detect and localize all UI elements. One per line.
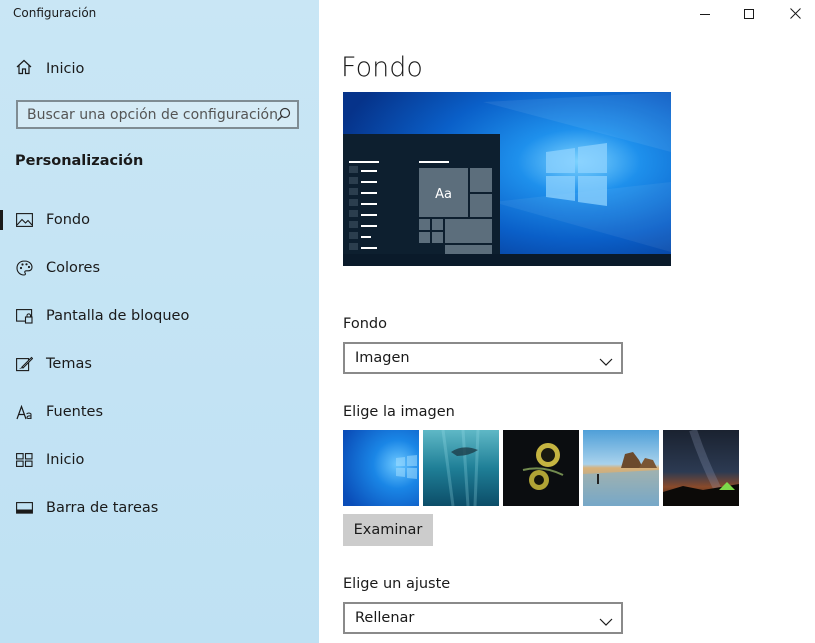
choose-image-label: Elige la imagen xyxy=(343,404,455,420)
sidebar-item-inicio[interactable]: Inicio xyxy=(0,442,319,478)
themes-icon xyxy=(15,355,33,373)
fonts-icon xyxy=(15,403,33,421)
close-icon xyxy=(789,4,801,23)
sidebar-item-label: Pantalla de bloqueo xyxy=(46,308,190,324)
sidebar-item-label: Fondo xyxy=(46,212,90,228)
image-thumbnail-4[interactable] xyxy=(583,430,659,506)
sidebar-item-label: Temas xyxy=(46,356,92,372)
active-indicator xyxy=(0,210,3,230)
palette-icon xyxy=(15,259,33,277)
sidebar: Configuración Inicio Buscar una opción d… xyxy=(0,0,319,643)
sidebar-item-label: Fuentes xyxy=(46,404,104,420)
image-thumbnail-5[interactable] xyxy=(663,430,739,506)
fit-value: Rellenar xyxy=(355,610,415,626)
background-type-value: Imagen xyxy=(355,350,410,366)
close-button[interactable] xyxy=(772,0,815,26)
start-icon xyxy=(15,451,33,469)
search-placeholder: Buscar una opción de configuración xyxy=(27,107,278,123)
chevron-down-icon xyxy=(599,352,613,371)
app-title: Configuración xyxy=(13,6,97,20)
browse-button[interactable]: Examinar xyxy=(343,514,433,546)
fit-label: Elige un ajuste xyxy=(343,576,451,592)
sidebar-item-label: Inicio xyxy=(46,452,85,468)
sidebar-item-colores[interactable]: Colores xyxy=(0,250,319,286)
background-preview: Aa xyxy=(343,92,671,266)
sidebar-item-pantalla-de-bloqueo[interactable]: Pantalla de bloqueo xyxy=(0,298,319,334)
maximize-button[interactable] xyxy=(726,0,772,26)
chevron-down-icon xyxy=(599,612,613,631)
sidebar-home-label: Inicio xyxy=(46,61,85,77)
sidebar-item-temas[interactable]: Temas xyxy=(0,346,319,382)
home-icon xyxy=(16,59,32,79)
search-input[interactable]: Buscar una opción de configuración xyxy=(16,100,299,129)
minimize-button[interactable] xyxy=(682,0,728,26)
sidebar-item-label: Barra de tareas xyxy=(46,500,159,516)
background-type-select[interactable]: Imagen xyxy=(343,342,623,374)
page-title: Fondo xyxy=(341,52,423,83)
section-title: Personalización xyxy=(15,153,144,169)
maximize-icon xyxy=(744,4,754,23)
preview-tile-text: Aa xyxy=(435,187,452,202)
sidebar-item-fuentes[interactable]: Fuentes xyxy=(0,394,319,430)
background-label: Fondo xyxy=(343,316,387,332)
image-thumbnail-2[interactable] xyxy=(423,430,499,506)
sidebar-item-fondo[interactable]: Fondo xyxy=(0,202,319,238)
fit-select[interactable]: Rellenar xyxy=(343,602,623,634)
taskbar-icon xyxy=(15,499,33,517)
lock-screen-icon xyxy=(15,307,33,325)
image-thumbnail-1[interactable] xyxy=(343,430,419,506)
sidebar-home[interactable]: Inicio xyxy=(16,58,84,80)
sidebar-item-barra-de-tareas[interactable]: Barra de tareas xyxy=(0,490,319,526)
search-icon[interactable] xyxy=(276,107,291,126)
picture-icon xyxy=(15,211,33,229)
sidebar-item-label: Colores xyxy=(46,260,101,276)
image-thumbnail-3[interactable] xyxy=(503,430,579,506)
minimize-icon xyxy=(700,4,710,23)
